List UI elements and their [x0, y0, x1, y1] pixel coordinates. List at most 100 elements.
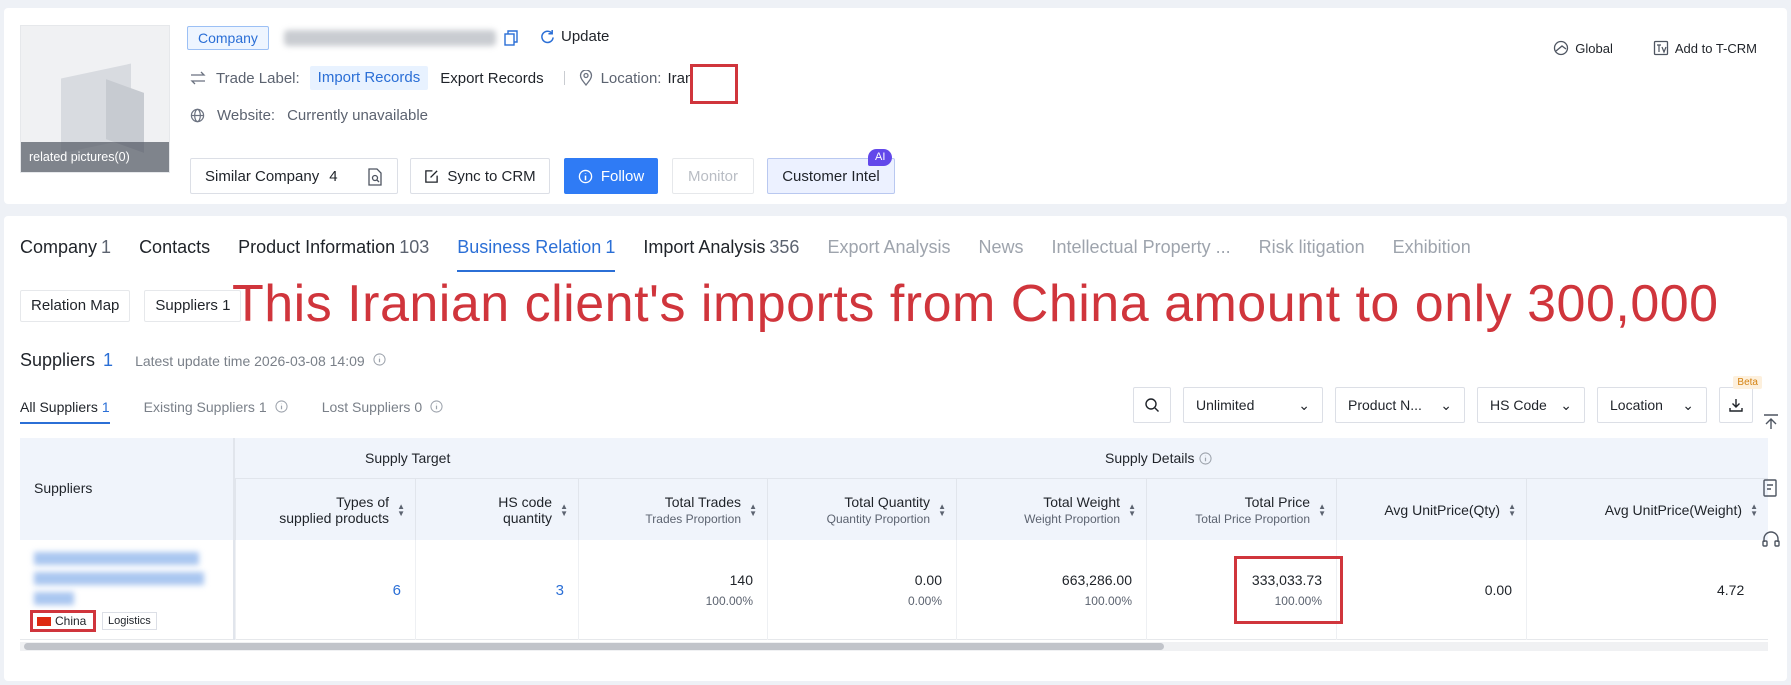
location-pin-icon: [579, 70, 592, 86]
column-sublabel: Total Price Proportion: [1195, 511, 1310, 526]
column-header-hs-code[interactable]: HS code quantity ▲ ▼: [415, 478, 578, 540]
hs-code-select[interactable]: HS Code ⌄: [1477, 387, 1585, 423]
export-records-tag[interactable]: Export Records: [440, 70, 543, 87]
column-sublabel: Quantity Proportion: [826, 511, 930, 526]
column-header-types[interactable]: Types of supplied products ▲ ▼: [235, 478, 415, 540]
follow-button[interactable]: Follow: [564, 158, 658, 194]
globe-icon: [190, 108, 205, 122]
similar-company-label: Similar Company: [205, 167, 320, 185]
tab-export-analysis[interactable]: Export Analysis: [827, 226, 950, 272]
cell-total-quantity: 0.00 0.00%: [767, 540, 956, 640]
search-button[interactable]: [1133, 387, 1171, 423]
location-highlight-box: [690, 64, 738, 104]
supplier-name-redacted[interactable]: [34, 552, 199, 565]
import-records-tag[interactable]: Import Records: [309, 66, 429, 90]
column-header-total-quantity[interactable]: Total Quantity Quantity Proportion ▲ ▼: [767, 478, 956, 540]
website-value: Currently unavailable: [287, 106, 429, 124]
column-label: Avg UnitPrice(Qty): [1384, 501, 1500, 518]
divider: [563, 71, 565, 85]
company-name-redacted: [284, 30, 496, 46]
refresh-icon: [541, 29, 554, 44]
tab-label: Company: [20, 237, 98, 257]
filter-label: All Suppliers: [20, 399, 98, 415]
tab-exhibition[interactable]: Exhibition: [1393, 226, 1471, 272]
global-button[interactable]: Global: [1553, 40, 1613, 56]
tcrm-icon: [1653, 40, 1669, 56]
customer-intel-label: Customer Intel: [782, 167, 880, 185]
monitor-button[interactable]: Monitor: [672, 158, 754, 194]
copy-icon[interactable]: [504, 30, 518, 46]
related-pictures-caption[interactable]: related pictures(0): [21, 142, 169, 172]
document-icon[interactable]: [1761, 478, 1781, 498]
cell-types[interactable]: 6: [235, 540, 415, 640]
horizontal-scrollbar[interactable]: [24, 643, 1164, 650]
column-header-total-weight[interactable]: Total Weight Weight Proportion ▲ ▼: [956, 478, 1146, 540]
chevron-down-icon: ⌄: [1298, 396, 1310, 413]
column-header-avg-unitprice-weight[interactable]: Avg UnitPrice(Weight) ▲ ▼: [1526, 478, 1768, 540]
column-header-total-price[interactable]: Total Price Total Price Proportion ▲ ▼: [1146, 478, 1336, 540]
column-label: Total Quantity: [844, 493, 930, 510]
product-name-select[interactable]: Product N... ⌄: [1335, 387, 1465, 423]
column-header-total-trades[interactable]: Total Trades Trades Proportion ▲ ▼: [578, 478, 767, 540]
cell-value: 4.72: [1717, 582, 1745, 598]
column-label: Total Weight: [1043, 493, 1120, 510]
tab-business-relation[interactable]: Business Relation 1: [457, 226, 616, 272]
column-sublabel: Weight Proportion: [1024, 511, 1120, 526]
supplier-filter-tabs: All Suppliers 1 Existing Suppliers 1 Lost …: [20, 396, 443, 424]
time-range-select[interactable]: Unlimited ⌄: [1183, 387, 1323, 423]
location-select[interactable]: Location ⌄: [1597, 387, 1707, 423]
cell-avg-unitprice-weight: 4.72: [1526, 540, 1768, 640]
column-label: HS code: [498, 493, 552, 510]
tab-import-analysis[interactable]: Import Analysis 356: [643, 226, 799, 272]
info-icon[interactable]: [373, 353, 386, 366]
sort-icon: ▲ ▼: [1128, 502, 1136, 518]
update-label: Update: [561, 28, 610, 45]
tab-risk-litigation[interactable]: Risk litigation: [1259, 226, 1365, 272]
download-button[interactable]: Beta: [1719, 376, 1762, 423]
subtab-relation-map[interactable]: Relation Map: [20, 290, 131, 322]
sort-icon: ▲ ▼: [938, 502, 946, 518]
suppliers-table: Supply Target Supply Details Suppliers T…: [20, 438, 1768, 651]
chevron-down-icon: ⌄: [1440, 396, 1452, 413]
monitor-label: Monitor: [687, 167, 739, 185]
select-value: Location: [1610, 397, 1663, 413]
tab-contacts[interactable]: Contacts: [139, 226, 210, 272]
supplier-name-redacted[interactable]: [34, 592, 74, 605]
country-tag: China: [30, 610, 96, 632]
suppliers-title: Suppliers: [20, 350, 96, 370]
total-price-highlight-box: [1234, 556, 1343, 624]
supplier-cell[interactable]: China Logistics: [20, 540, 235, 640]
sort-icon: ▲ ▼: [560, 502, 568, 518]
back-to-top-icon[interactable]: [1761, 412, 1781, 432]
tab-intellectual-property[interactable]: Intellectual Property ...: [1052, 226, 1231, 272]
add-to-tcrm-button[interactable]: Add to T-CRM: [1653, 40, 1757, 56]
subtab-suppliers[interactable]: Suppliers 1: [144, 290, 242, 322]
cell-hs-quantity[interactable]: 3: [415, 540, 578, 640]
country-label: China: [55, 614, 87, 628]
group-supply-details: Supply Details: [1105, 450, 1212, 466]
tab-label: Product Information: [238, 237, 396, 257]
similar-company-button[interactable]: Similar Company 4: [190, 158, 398, 194]
filter-lost-suppliers[interactable]: Lost Suppliers 0: [322, 396, 444, 424]
follow-label: Follow: [600, 167, 645, 185]
cell-proportion: 100.00%: [1084, 594, 1132, 608]
tab-news[interactable]: News: [979, 226, 1024, 272]
column-header-avg-unitprice-qty[interactable]: Avg UnitPrice(Qty) ▲ ▼: [1336, 478, 1526, 540]
tab-label: Import Analysis: [643, 237, 766, 257]
header-actions: Global Add to T-CRM: [1553, 40, 1757, 56]
cell-proportion: 100.00%: [705, 594, 753, 608]
tab-product-information[interactable]: Product Information 103: [238, 226, 429, 272]
filter-label: Lost Suppliers: [321, 399, 411, 415]
headset-support-icon[interactable]: [1761, 530, 1781, 550]
filter-existing-suppliers[interactable]: Existing Suppliers 1: [144, 396, 288, 424]
sync-to-crm-button[interactable]: Sync to CRM: [410, 158, 550, 194]
global-radar-icon: [1554, 40, 1569, 56]
update-button[interactable]: Update: [540, 28, 609, 45]
logistics-tag: Logistics: [102, 612, 157, 630]
filter-all-suppliers[interactable]: All Suppliers 1: [20, 396, 110, 424]
tab-company[interactable]: Company 1: [20, 226, 111, 272]
tab-label: Exhibition: [1392, 237, 1471, 257]
info-icon: [275, 400, 288, 413]
supplier-name-redacted[interactable]: [34, 572, 204, 585]
company-logo[interactable]: related pictures(0): [20, 25, 170, 173]
